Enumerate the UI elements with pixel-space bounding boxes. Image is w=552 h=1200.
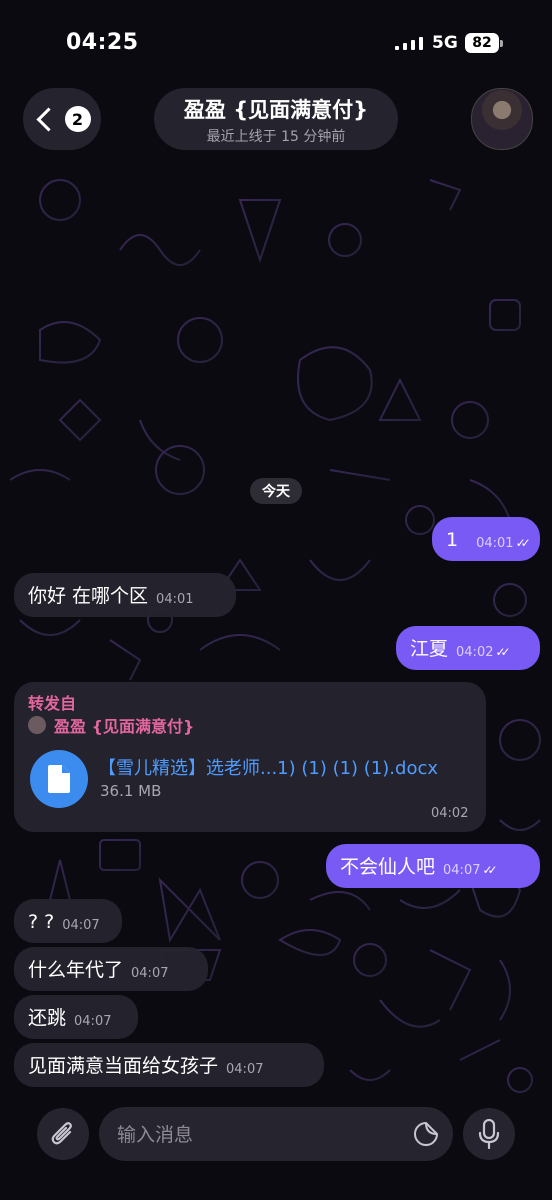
message-bubble-incoming[interactable]: 还跳 04:07 [14, 995, 138, 1039]
forward-source-name[interactable]: 盈盈 {见面满意付} [54, 713, 194, 737]
message-bubble-outgoing[interactable]: 不会仙人吧 04:07 ✓✓ [326, 844, 540, 888]
message-time: 04:01 [476, 536, 514, 551]
status-time: 04:25 [66, 30, 139, 55]
message-time: 04:07 [74, 1014, 112, 1029]
back-button[interactable]: 2 [23, 88, 101, 150]
file-size: 36.1 MB [100, 782, 162, 800]
unread-count-badge: 2 [64, 106, 91, 132]
file-name[interactable]: 【雪儿精选】选老师...1) (1) (1) (1).docx [98, 754, 438, 780]
forward-source-avatar [28, 716, 46, 734]
message-time: 04:07 [443, 863, 481, 878]
message-time: 04:07 [62, 918, 100, 933]
sticker-icon[interactable] [413, 1121, 439, 1147]
voice-record-button[interactable] [463, 1108, 515, 1160]
message-bubble-incoming[interactable]: ? ? 04:07 [14, 899, 122, 943]
attach-button[interactable] [37, 1108, 89, 1160]
battery-tip [500, 40, 503, 47]
message-input[interactable] [115, 1120, 399, 1150]
microphone-icon [478, 1119, 500, 1149]
double-check-icon: ✓✓ [482, 863, 497, 877]
network-type: 5G [432, 33, 458, 53]
battery-level: 82 [472, 35, 492, 51]
forwarded-label: 转发自 [28, 694, 77, 713]
message-time: 04:07 [131, 966, 169, 981]
battery-icon: 82 [465, 33, 499, 53]
message-time: 04:01 [156, 592, 194, 607]
message-bubble-incoming[interactable]: 你好 在哪个区 04:01 [14, 573, 236, 617]
paperclip-icon [51, 1122, 72, 1145]
message-time: 04:07 [226, 1062, 264, 1077]
forwarded-file-message[interactable]: 转发自 盈盈 {见面满意付} 【雪儿精选】选老师...1) (1) (1) (1… [14, 682, 486, 832]
double-check-icon: ✓✓ [515, 536, 531, 550]
date-separator: 今天 [250, 478, 302, 504]
message-bubble-outgoing[interactable]: 1 04:01 ✓✓ [432, 517, 540, 561]
message-composer[interactable] [99, 1107, 453, 1161]
contact-avatar[interactable] [471, 88, 533, 150]
message-text: 见面满意当面给女孩子 [28, 1055, 219, 1077]
message-text: 什么年代了 [28, 959, 124, 981]
chat-name: 盈盈 {见面满意付} [183, 98, 369, 122]
message-text: 1 [446, 529, 459, 551]
file-icon[interactable] [30, 750, 88, 808]
message-text: ? ? [28, 911, 55, 933]
last-seen-status: 最近上线于 15 分钟前 [206, 129, 346, 145]
message-text: 江夏 [410, 638, 449, 660]
signal-icon [395, 37, 423, 50]
message-text: 你好 在哪个区 [28, 585, 149, 607]
message-text: 不会仙人吧 [340, 856, 436, 878]
chat-title[interactable]: 盈盈 {见面满意付} 最近上线于 15 分钟前 [154, 88, 398, 150]
message-text: 还跳 [28, 1007, 67, 1029]
message-bubble-outgoing[interactable]: 江夏 04:02 ✓✓ [396, 626, 540, 670]
message-time: 04:02 [456, 645, 494, 660]
message-bubble-incoming[interactable]: 见面满意当面给女孩子 04:07 [14, 1043, 324, 1087]
double-check-icon: ✓✓ [495, 645, 510, 659]
back-chevron-icon [35, 106, 61, 132]
message-bubble-incoming[interactable]: 什么年代了 04:07 [14, 947, 208, 991]
message-time: 04:02 [431, 806, 469, 821]
